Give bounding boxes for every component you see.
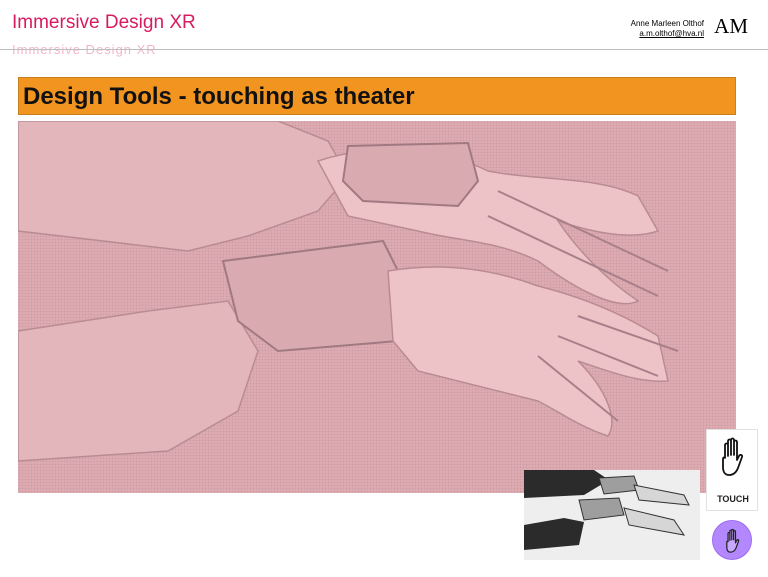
main-image-hands	[18, 121, 736, 493]
author-monogram: AM	[714, 14, 748, 38]
thumbnail-image-hands	[524, 470, 700, 560]
author-email-link[interactable]: a.m.olthof@hva.nl	[631, 29, 704, 39]
touch-card[interactable]: TOUCH	[706, 429, 758, 511]
slide-title-bar: Design Tools - touching as theater	[18, 77, 736, 115]
header-divider	[0, 49, 768, 50]
touch-label: TOUCH	[717, 494, 749, 504]
slide-title: Design Tools - touching as theater	[23, 83, 415, 110]
hand-icon	[722, 437, 744, 476]
hand-icon	[726, 528, 740, 553]
author-info: Anne Marleen Olthof a.m.olthof@hva.nl	[631, 19, 704, 39]
author-name: Anne Marleen Olthof	[630, 19, 704, 28]
course-title: Immersive Design XR	[12, 12, 196, 33]
touch-button[interactable]	[712, 520, 752, 560]
